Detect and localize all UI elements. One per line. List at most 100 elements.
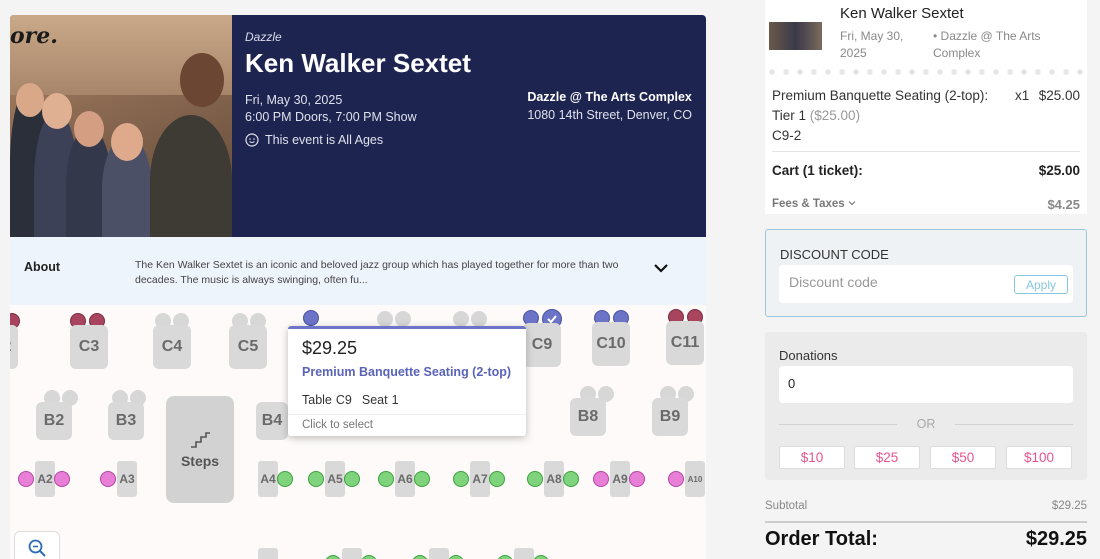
table-b9[interactable]: B9 [652, 398, 688, 436]
table-a8[interactable]: A8 [544, 461, 564, 497]
order-panel: Ken Walker Sextet Fri, May 30, 2025 • Da… [765, 0, 1087, 559]
seat[interactable] [471, 311, 487, 327]
photo-script-text: ore. [10, 23, 58, 49]
about-section[interactable]: About The Ken Walker Sextet is an iconic… [10, 237, 706, 305]
table-b8[interactable]: B8 [570, 398, 606, 436]
table-b3[interactable]: B3 [108, 402, 144, 440]
table-c2[interactable]: 2 [10, 325, 18, 369]
donation-input[interactable]: 0 [779, 366, 1073, 403]
item-quantity: x1 [1015, 88, 1030, 103]
seat[interactable] [361, 555, 377, 559]
seat[interactable] [533, 555, 549, 559]
donations-card: Donations 0 OR $10 $25 $50 $100 [765, 332, 1087, 480]
seat[interactable] [489, 471, 505, 487]
chevron-down-icon[interactable] [652, 259, 670, 277]
discount-field: Apply [779, 265, 1073, 303]
table-c4[interactable]: C4 [153, 325, 191, 369]
table-a3[interactable]: A3 [117, 461, 137, 497]
zoom-in-button[interactable] [14, 531, 60, 559]
tooltip-seat-type: Premium Banquette Seating (2-top) [302, 365, 512, 379]
seat[interactable] [412, 555, 428, 559]
venue-name: Dazzle @ The Arts Complex [527, 90, 692, 104]
table-partial[interactable] [429, 548, 449, 559]
seat[interactable] [497, 555, 513, 559]
venue-label: Dazzle [245, 30, 282, 44]
order-total-value: $29.25 [1025, 528, 1087, 550]
donation-100-button[interactable]: $100 [1006, 446, 1072, 469]
or-divider: OR [779, 417, 1073, 431]
table-a10[interactable]: A10 [685, 461, 705, 497]
table-c11[interactable]: C11 [666, 321, 704, 365]
stairs-icon [191, 431, 210, 448]
seat[interactable] [414, 471, 430, 487]
table-c5[interactable]: C5 [229, 325, 267, 369]
divider [772, 151, 1080, 152]
seat[interactable] [448, 555, 464, 559]
seat[interactable] [593, 471, 609, 487]
seat[interactable] [344, 471, 360, 487]
event-photo: ore. [10, 15, 232, 237]
zoom-in-icon [28, 539, 46, 557]
seat[interactable] [453, 311, 469, 327]
cart-event-venue: • Dazzle @ The Arts Complex [933, 29, 1041, 60]
seat[interactable] [527, 471, 543, 487]
item-tier: Tier 1 ($25.00) [772, 108, 861, 123]
donation-10-button[interactable]: $10 [779, 446, 845, 469]
seat[interactable] [453, 471, 469, 487]
cart-total-value: $25.00 [1038, 163, 1080, 178]
tooltip-price: $29.25 [302, 338, 358, 358]
table-a6[interactable]: A6 [395, 461, 415, 497]
table-a4[interactable]: A4 [258, 461, 278, 497]
seat[interactable] [277, 471, 293, 487]
seat[interactable] [303, 310, 319, 326]
discount-card: DISCOUNT CODE Apply [765, 229, 1087, 317]
table-a9[interactable]: A9 [610, 461, 630, 497]
fees-toggle[interactable]: Fees & Taxes [772, 198, 856, 210]
ticket-perforation [765, 67, 1087, 77]
table-a5[interactable]: A5 [325, 461, 345, 497]
seat[interactable] [100, 471, 116, 487]
table-b2[interactable]: B2 [36, 402, 72, 440]
table-c9[interactable]: C9 [523, 323, 561, 367]
smiley-icon [245, 133, 259, 147]
donation-25-button[interactable]: $25 [854, 446, 920, 469]
donation-50-button[interactable]: $50 [930, 446, 996, 469]
steps-area: Steps [166, 396, 234, 503]
chevron-down-icon [848, 201, 856, 206]
item-name: Premium Banquette Seating (2-top): [772, 88, 989, 103]
seat[interactable] [395, 311, 411, 327]
seat[interactable] [668, 471, 684, 487]
table-c10[interactable]: C10 [592, 322, 630, 366]
seat[interactable] [308, 471, 324, 487]
item-price: $25.00 [1038, 88, 1080, 103]
seat-tooltip[interactable]: $29.25 Premium Banquette Seating (2-top)… [288, 326, 526, 436]
ages-text: This event is All Ages [265, 133, 384, 147]
table-partial[interactable] [514, 548, 534, 559]
tooltip-hint: Click to select [288, 414, 526, 436]
seat[interactable] [378, 471, 394, 487]
seat[interactable] [629, 471, 645, 487]
tooltip-location: Table C9 Seat 1 [302, 393, 512, 407]
cart-event-title: Ken Walker Sextet [840, 5, 964, 22]
table-a2[interactable]: A2 [35, 461, 55, 497]
seat[interactable] [325, 555, 341, 559]
table-partial[interactable] [258, 548, 278, 559]
apply-button[interactable]: Apply [1014, 275, 1068, 294]
table-partial[interactable] [342, 548, 362, 559]
subtotal-value: $29.25 [1051, 500, 1087, 512]
cart-event-date: Fri, May 30, 2025 [840, 29, 904, 60]
ages-row: This event is All Ages [245, 133, 696, 147]
table-b4[interactable]: B4 [256, 402, 288, 440]
order-total-label: Order Total: [765, 528, 878, 550]
seat[interactable] [377, 311, 393, 327]
table-a7[interactable]: A7 [470, 461, 490, 497]
seat[interactable] [563, 471, 579, 487]
cart-card: Ken Walker Sextet Fri, May 30, 2025 • Da… [765, 0, 1087, 214]
seat[interactable] [18, 471, 34, 487]
seat[interactable] [54, 471, 70, 487]
tooltip-table-label: Table [302, 393, 332, 407]
table-c3[interactable]: C3 [70, 325, 108, 369]
venue-block: Dazzle @ The Arts Complex 1080 14th Stre… [527, 90, 692, 122]
cart-total-label: Cart (1 ticket): [772, 163, 863, 178]
discount-input[interactable] [789, 274, 989, 290]
